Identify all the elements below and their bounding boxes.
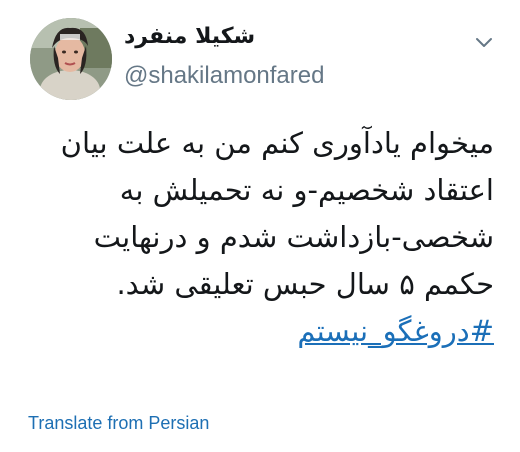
hashtag-link[interactable]: #دروغگو_نیستم [297, 308, 494, 355]
tweet-text-line: میخوام یادآوری کنم من به علت بیان [60, 126, 494, 160]
tweet-text-line: حکمم ۵ سال حبس تعلیقی شد. [116, 267, 494, 301]
chevron-down-icon[interactable] [472, 30, 496, 54]
tweet-text-line: اعتقاد شخصیم-و نه تحمیلش به [119, 173, 494, 207]
hashtag-line: #دروغگو_نیستم [20, 308, 494, 355]
tweet-card: شکیلا منفرد @shakilamonfared میخوام یادآ… [0, 0, 520, 452]
tweet-text: میخوام یادآوری کنم من به علت بیان اعتقاد… [20, 120, 494, 355]
avatar[interactable] [30, 18, 112, 100]
translate-link[interactable]: Translate from Persian [28, 413, 209, 434]
username[interactable]: @shakilamonfared [124, 62, 324, 90]
tweet-text-line: شخصی-بازداشت شدم و درنهایت [93, 220, 494, 254]
display-name[interactable]: شکیلا منفرد [124, 24, 255, 49]
tweet-header: شکیلا منفرد @shakilamonfared [30, 18, 500, 102]
profile-photo-icon [30, 18, 112, 100]
